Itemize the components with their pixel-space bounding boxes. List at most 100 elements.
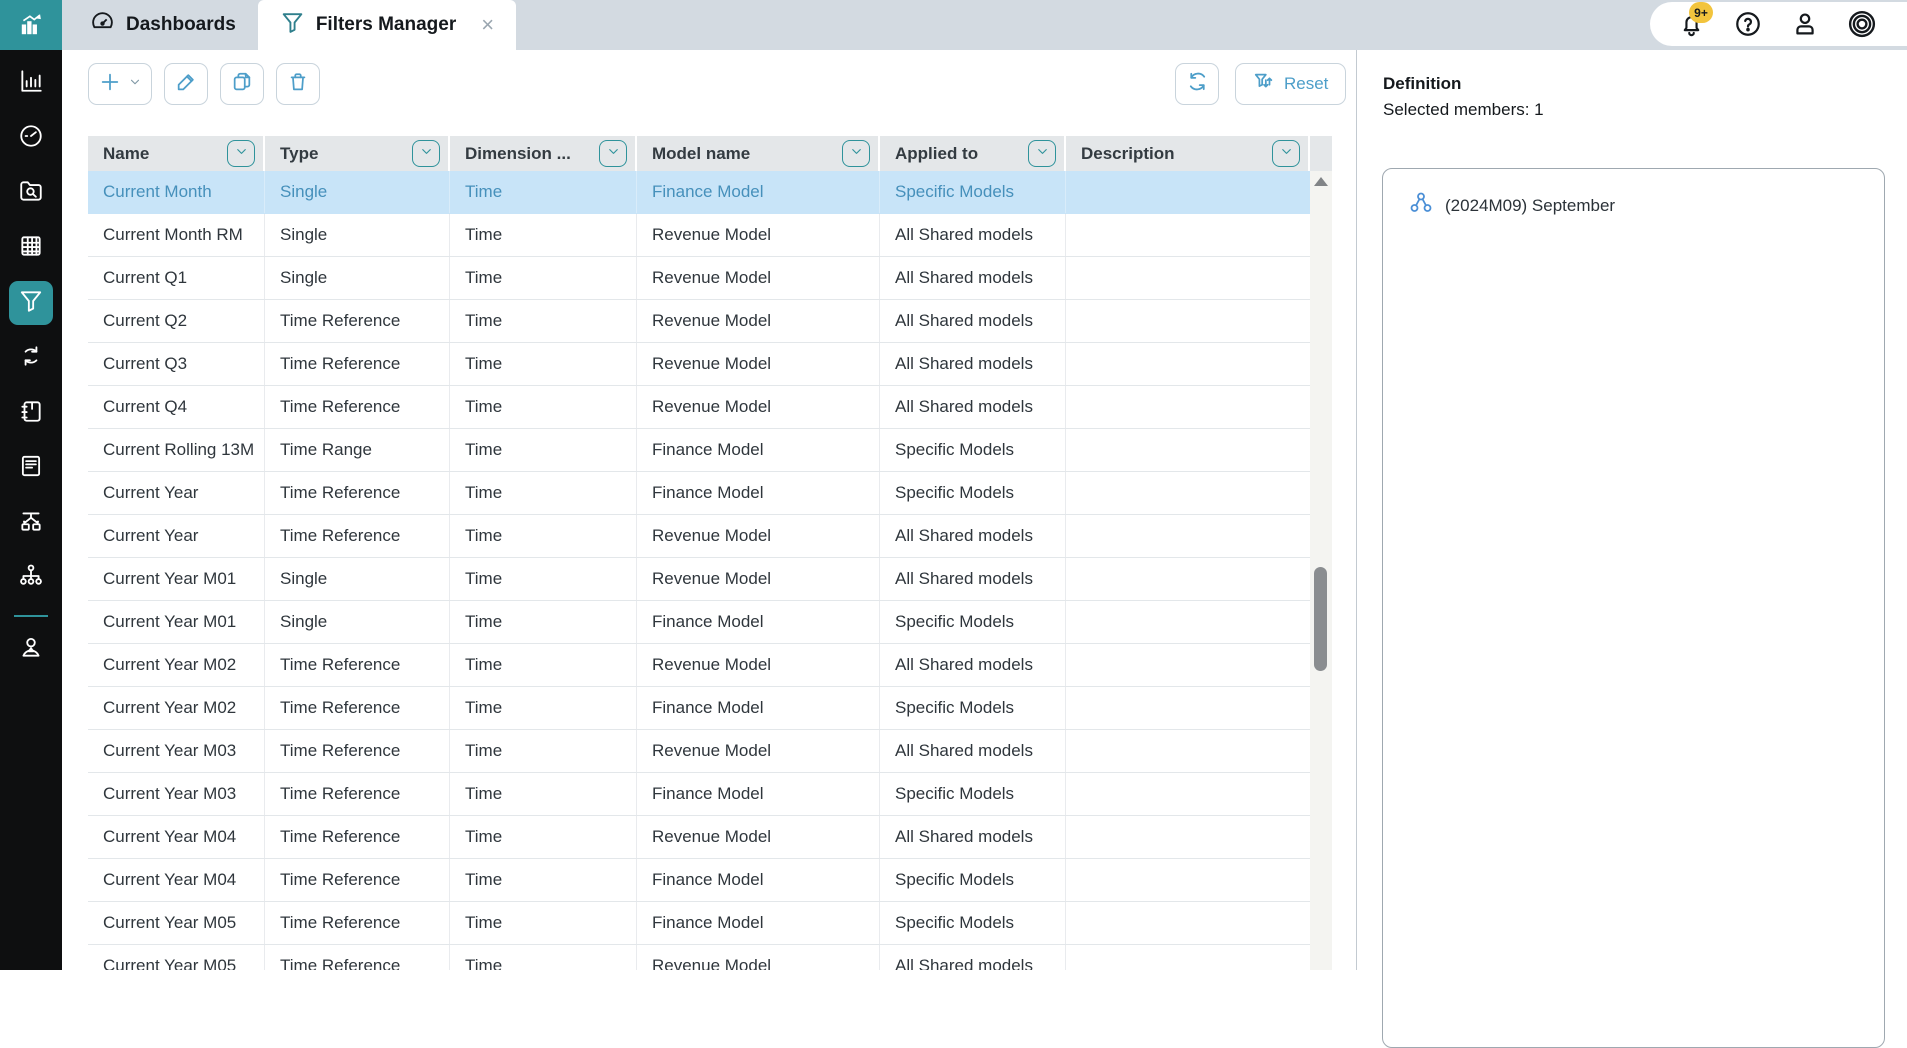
table-cell: Time <box>450 773 637 815</box>
table-cell: Current Year M04 <box>88 816 265 858</box>
table-cell: Time Reference <box>265 386 450 428</box>
table-cell: Finance Model <box>637 773 880 815</box>
table-cell <box>1066 687 1310 729</box>
table-cell: Current Year <box>88 515 265 557</box>
table-cell: Finance Model <box>637 687 880 729</box>
table-cell: Time <box>450 300 637 342</box>
table-cell: Revenue Model <box>637 515 880 557</box>
table-cell: Time <box>450 257 637 299</box>
table-cell: Revenue Model <box>637 386 880 428</box>
table-cell: Current Year M04 <box>88 859 265 901</box>
sidebar-item-user-admin[interactable] <box>9 627 53 671</box>
table-cell: All Shared models <box>880 515 1066 557</box>
table-row[interactable]: Current Year M03Time ReferenceTimeFinanc… <box>88 773 1310 816</box>
table-cell: Time <box>450 687 637 729</box>
sidebar-item-filters[interactable] <box>9 281 53 325</box>
table-cell: Current Year M01 <box>88 601 265 643</box>
sidebar-item-dashboards[interactable] <box>9 116 53 160</box>
column-filter-button[interactable] <box>412 140 440 167</box>
tab-filters-manager[interactable]: Filters Manager × <box>258 0 516 50</box>
folder-search-icon <box>18 178 44 209</box>
table-row[interactable]: Current Month RMSingleTimeRevenue ModelA… <box>88 214 1310 257</box>
gauge-icon <box>18 123 44 154</box>
scroll-up-arrow-icon[interactable] <box>1314 177 1328 186</box>
user-profile-icon[interactable] <box>1790 9 1820 39</box>
notifications-bell-icon[interactable]: 9+ <box>1676 9 1706 39</box>
table-cell: Current Year M02 <box>88 644 265 686</box>
concentric-circles-icon[interactable] <box>1847 9 1877 39</box>
column-filter-button[interactable] <box>227 140 255 167</box>
table-cell <box>1066 773 1310 815</box>
table-cell: Specific Models <box>880 859 1066 901</box>
table-row[interactable]: Current Year M01SingleTimeFinance ModelS… <box>88 601 1310 644</box>
funnel-icon <box>18 288 44 319</box>
table-row[interactable]: Current YearTime ReferenceTimeFinance Mo… <box>88 472 1310 515</box>
table-cell: Finance Model <box>637 902 880 944</box>
table-cell: Time Reference <box>265 816 450 858</box>
scrollbar-thumb[interactable] <box>1314 567 1327 671</box>
table-row[interactable]: Current YearTime ReferenceTimeRevenue Mo… <box>88 515 1310 558</box>
sidebar-item-processes[interactable] <box>9 336 53 380</box>
table-cell: Specific Models <box>880 429 1066 471</box>
table-row[interactable]: Current Year M04Time ReferenceTimeRevenu… <box>88 816 1310 859</box>
table-row[interactable]: Current Year M05Time ReferenceTimeRevenu… <box>88 945 1310 970</box>
table-cell: Current Year <box>88 472 265 514</box>
duplicate-filter-button[interactable] <box>220 63 264 105</box>
column-filter-button[interactable] <box>1272 140 1300 167</box>
sidebar-item-notebook[interactable] <box>9 391 53 435</box>
table-cell: Current Year M05 <box>88 945 265 970</box>
sidebar-item-report[interactable] <box>9 446 53 490</box>
chevron-down-icon <box>849 144 864 164</box>
sidebar-item-folder-search[interactable] <box>9 171 53 215</box>
sidebar-item-data-grid[interactable] <box>9 226 53 270</box>
help-icon[interactable] <box>1733 9 1763 39</box>
table-cell: Specific Models <box>880 601 1066 643</box>
add-filter-button[interactable] <box>88 63 152 105</box>
table-row[interactable]: Current Q4Time ReferenceTimeRevenue Mode… <box>88 386 1310 429</box>
table-cell: Current Year M05 <box>88 902 265 944</box>
table-row[interactable]: Current Year M04Time ReferenceTimeFinanc… <box>88 859 1310 902</box>
table-row[interactable]: Current Year M02Time ReferenceTimeFinanc… <box>88 687 1310 730</box>
column-filter-button[interactable] <box>1028 140 1056 167</box>
table-row[interactable]: Current Year M02Time ReferenceTimeRevenu… <box>88 644 1310 687</box>
table-row[interactable]: Current Rolling 13MTime RangeTimeFinance… <box>88 429 1310 472</box>
edit-filter-button[interactable] <box>164 63 208 105</box>
table-cell: Time Reference <box>265 687 450 729</box>
reset-filters-button[interactable]: Reset <box>1235 63 1346 105</box>
sidebar <box>0 0 62 970</box>
trash-icon <box>287 71 309 98</box>
tab-dashboards[interactable]: Dashboards <box>68 0 258 50</box>
table-cell: Time <box>450 171 637 213</box>
sidebar-item-data-flow[interactable] <box>9 501 53 545</box>
table-cell: Single <box>265 601 450 643</box>
table-row[interactable]: Current Q3Time ReferenceTimeRevenue Mode… <box>88 343 1310 386</box>
sidebar-item-analytics[interactable] <box>9 61 53 105</box>
refresh-button[interactable] <box>1175 63 1219 105</box>
table-cell: Revenue Model <box>637 730 880 772</box>
table-row[interactable]: Current Year M05Time ReferenceTimeFinanc… <box>88 902 1310 945</box>
table-cell: Single <box>265 171 450 213</box>
table-cell <box>1066 816 1310 858</box>
table-row[interactable]: Current Year M03Time ReferenceTimeRevenu… <box>88 730 1310 773</box>
close-icon[interactable]: × <box>481 14 494 36</box>
table-row[interactable]: Current MonthSingleTimeFinance ModelSpec… <box>88 171 1310 214</box>
table-row[interactable]: Current Q2Time ReferenceTimeRevenue Mode… <box>88 300 1310 343</box>
table-cell: Finance Model <box>637 601 880 643</box>
table-row[interactable]: Current Year M01SingleTimeRevenue ModelA… <box>88 558 1310 601</box>
column-filter-button[interactable] <box>599 140 627 167</box>
table-cell: All Shared models <box>880 816 1066 858</box>
column-header: Dimension ... <box>450 136 637 171</box>
report-document-icon <box>18 453 44 484</box>
column-filter-button[interactable] <box>842 140 870 167</box>
chevron-down-icon <box>128 75 142 94</box>
sidebar-item-hierarchy[interactable] <box>9 556 53 600</box>
table-cell: Finance Model <box>637 429 880 471</box>
filters-table: Name Type Dimension ... Model name Appli… <box>88 136 1332 970</box>
table-cell: Specific Models <box>880 472 1066 514</box>
delete-filter-button[interactable] <box>276 63 320 105</box>
table-cell <box>1066 730 1310 772</box>
table-row[interactable]: Current Q1SingleTimeRevenue ModelAll Sha… <box>88 257 1310 300</box>
member-item[interactable]: (2024M09) September <box>1409 191 1884 220</box>
table-cell: Single <box>265 214 450 256</box>
vertical-scrollbar[interactable] <box>1310 171 1332 970</box>
